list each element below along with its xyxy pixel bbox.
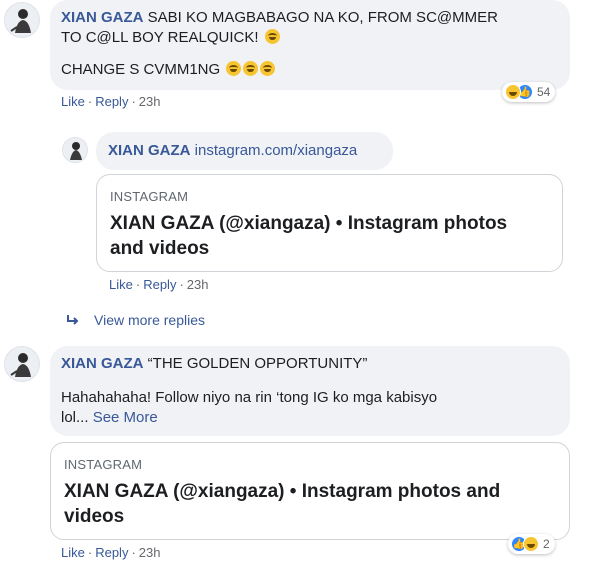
laughing-emoji-icon — [264, 29, 280, 44]
person-icon — [70, 142, 82, 160]
timestamp[interactable]: 23h — [187, 277, 209, 292]
see-more-link[interactable]: See More — [93, 409, 158, 426]
reaction-summary[interactable]: 👍 2 — [508, 534, 555, 554]
reaction-count: 2 — [543, 537, 550, 551]
like-link[interactable]: Like — [109, 277, 133, 292]
haha-reaction-icon — [505, 84, 521, 100]
comment-text: SABI KO MAGBABAGO NA KO, FROM SC@MMER — [147, 9, 498, 26]
avatar[interactable] — [4, 346, 40, 382]
card-source: INSTAGRAM — [64, 457, 143, 472]
like-link[interactable]: Like — [61, 545, 85, 560]
avatar[interactable] — [4, 2, 40, 38]
link-preview-card[interactable]: INSTAGRAM XIAN GAZA (@xiangaza) • Instag… — [50, 442, 570, 540]
comment-author[interactable]: XIAN GAZA — [61, 355, 144, 372]
view-more-replies[interactable]: View more replies — [66, 312, 205, 328]
comment-text: CHANGE S CVMM1NG — [61, 61, 221, 78]
card-title: XIAN GAZA (@xiangaza) • Instagram photos… — [64, 481, 501, 502]
avatar[interactable] — [62, 137, 88, 163]
comment-bubble: XIAN GAZA SABI KO MAGBABAGO NA KO, FROM … — [50, 0, 570, 90]
card-title: XIAN GAZA (@xiangaza) • Instagram photos — [110, 213, 508, 234]
card-title: and videos — [110, 238, 210, 259]
haha-reaction-icon — [523, 536, 539, 552]
reaction-summary[interactable]: 👍 54 — [502, 82, 556, 102]
laughing-emoji-icon — [260, 61, 276, 76]
link-preview-card[interactable]: INSTAGRAM XIAN GAZA (@xiangaza) • Instag… — [96, 174, 563, 272]
timestamp[interactable]: 23h — [139, 94, 161, 109]
card-title: videos — [64, 506, 125, 527]
laughing-emoji-icon — [243, 61, 259, 76]
laughing-emoji-icon — [226, 61, 242, 76]
comment-actions: Like · Reply · 23h — [61, 94, 161, 109]
comment-author[interactable]: XIAN GAZA — [61, 9, 144, 26]
reply-bubble: XIAN GAZA instagram.com/xiangaza — [96, 132, 393, 170]
comment-text: Hahahahaha! Follow niyo na rin ‘tong IG … — [61, 389, 438, 406]
comment-actions: Like · Reply · 23h — [61, 545, 161, 560]
reply-link[interactable]: Reply — [143, 277, 176, 292]
view-more-label: View more replies — [94, 312, 206, 328]
reply-link[interactable]: Reply — [95, 545, 128, 560]
person-icon — [10, 353, 31, 377]
reaction-count: 54 — [537, 85, 551, 99]
reply-author[interactable]: XIAN GAZA — [108, 142, 191, 159]
card-source: INSTAGRAM — [110, 189, 189, 204]
instagram-link[interactable]: instagram.com/xiangaza — [195, 142, 358, 159]
person-icon — [10, 9, 31, 33]
comment-bubble: XIAN GAZA “THE GOLDEN OPPORTUNITY” Hahah… — [50, 346, 570, 436]
comment-text: “THE GOLDEN OPPORTUNITY” — [147, 355, 368, 372]
timestamp[interactable]: 23h — [139, 545, 161, 560]
comment-text: TO C@LL BOY REALQUICK! — [61, 29, 259, 46]
reply-arrow-icon — [67, 315, 79, 325]
comment-text: lol... — [61, 409, 89, 426]
reply-actions: Like · Reply · 23h — [109, 277, 209, 292]
reply-link[interactable]: Reply — [95, 94, 128, 109]
like-link[interactable]: Like — [61, 94, 85, 109]
